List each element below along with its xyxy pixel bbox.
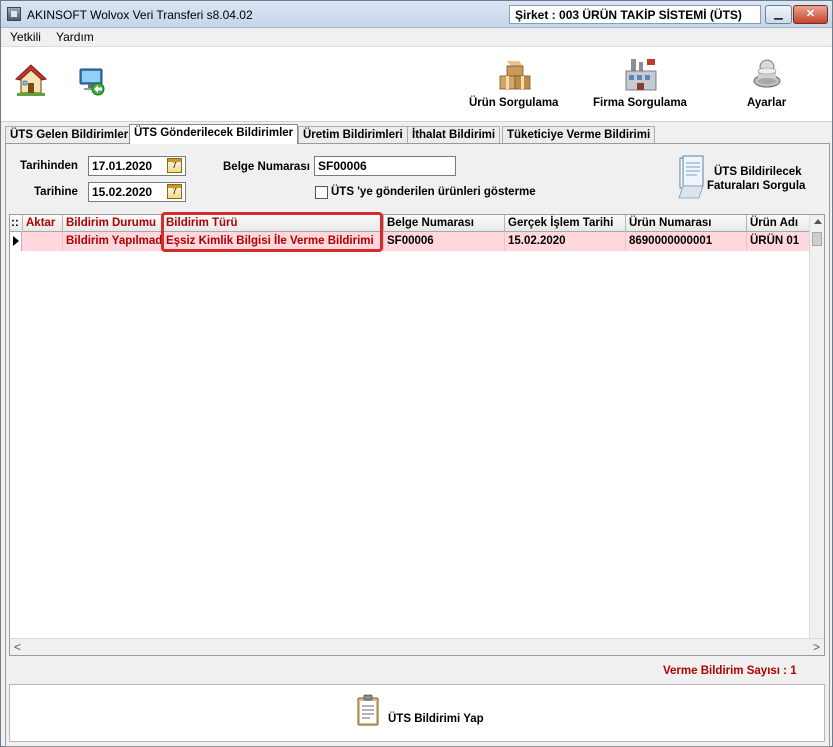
tab-strip: ÜTS Gelen Bildirimler ÜTS Gönderilecek B… [5, 124, 830, 144]
factory-icon [625, 59, 657, 91]
settings-icon [753, 59, 781, 88]
vertical-scrollbar[interactable] [809, 215, 824, 639]
action-bar: ÜTS Bildirimi Yap [9, 684, 825, 742]
app-icon [7, 7, 21, 21]
window-title: AKINSOFT Wolvox Veri Transferi s8.04.02 [27, 8, 253, 22]
verme-bildirim-sayisi: Verme Bildirim Sayısı : 1 [663, 665, 797, 677]
ayarlar-button[interactable]: Ayarlar [737, 55, 797, 117]
close-button[interactable]: ✕ [793, 5, 828, 24]
urun-sorgulama-label: Ürün Sorgulama [469, 97, 559, 109]
scroll-left-icon[interactable]: < [14, 640, 21, 654]
home-icon [15, 64, 47, 96]
menu-bar: Yetkili Yardım [1, 28, 832, 46]
cell-belge-numarasi: SF00006 [384, 232, 505, 251]
menu-yetkili[interactable]: Yetkili [10, 30, 41, 44]
company-indicator: Şirket : 003 ÜRÜN TAKİP SİSTEMİ (ÜTS) [509, 5, 761, 24]
col-belge-numarasi[interactable]: Belge Numarası [384, 215, 505, 232]
document-search-icon [678, 155, 704, 199]
tab-ithalat[interactable]: İthalat Bildirimi [407, 126, 501, 144]
cell-aktar[interactable] [23, 232, 63, 251]
tab-tuketiciye-verme[interactable]: Tüketiciye Verme Bildirimi [502, 126, 656, 144]
col-gercek-islem-tarihi[interactable]: Gerçek İşlem Tarihi [505, 215, 626, 232]
tarihinden-label: Tarihinden [20, 160, 78, 172]
row-indicator-icon [10, 232, 22, 251]
app-window: AKINSOFT Wolvox Veri Transferi s8.04.02 … [0, 0, 833, 747]
tarihinden-value: 17.01.2020 [92, 159, 153, 173]
network-transfer-icon [79, 68, 105, 96]
cell-urun-adi: ÜRÜN 01 [747, 232, 810, 251]
cell-bildirim-durumu: Bildirim Yapılmadı [63, 232, 163, 251]
sorgula-line2: Faturaları Sorgula [707, 180, 806, 192]
ayarlar-label: Ayarlar [747, 97, 787, 109]
tab-uts-gonderilecek[interactable]: ÜTS Gönderilecek Bildirimler [129, 124, 299, 144]
annotation-highlight [161, 212, 383, 252]
tab-uts-gelen[interactable]: ÜTS Gelen Bildirimler [5, 126, 134, 144]
firma-sorgulama-button[interactable]: Firma Sorgulama [591, 55, 691, 117]
urun-sorgulama-button[interactable]: Ürün Sorgulama [467, 55, 563, 117]
grid-corner[interactable]: :: [10, 215, 23, 232]
horizontal-scrollbar[interactable]: < > [10, 638, 824, 655]
col-aktar[interactable]: Aktar [23, 215, 63, 232]
tarihine-value: 15.02.2020 [92, 185, 153, 199]
col-urun-numarasi[interactable]: Ürün Numarası [626, 215, 747, 232]
firma-sorgulama-label: Firma Sorgulama [593, 97, 687, 109]
grid-header: :: Aktar Bildirim Durumu Bildirim Türü B… [10, 215, 810, 232]
sorgula-line1: ÜTS Bildirilecek [714, 166, 802, 178]
clipboard-icon [357, 694, 379, 726]
belge-numarasi-value: SF00006 [318, 159, 367, 173]
belge-numarasi-field[interactable]: SF00006 [314, 156, 456, 176]
menu-yardim[interactable]: Yardım [56, 30, 94, 44]
vertical-scroll-thumb[interactable] [812, 232, 822, 246]
uts-bildirimi-yap-label: ÜTS Bildirimi Yap [388, 713, 484, 725]
uts-bildirimi-yap-button[interactable]: ÜTS Bildirimi Yap [356, 690, 496, 738]
title-bar[interactable]: AKINSOFT Wolvox Veri Transferi s8.04.02 … [1, 1, 832, 28]
col-bildirim-durumu[interactable]: Bildirim Durumu [63, 215, 163, 232]
sorgula-faturalar-button[interactable]: ÜTS Bildirilecek Faturaları Sorgula [677, 154, 819, 202]
data-grid: :: Aktar Bildirim Durumu Bildirim Türü B… [9, 214, 825, 656]
tarihine-calendar-icon[interactable]: 7 [167, 184, 182, 199]
minimize-button[interactable]: ▁ [765, 5, 792, 24]
tarihinden-calendar-icon[interactable]: 7 [167, 158, 182, 173]
boxes-icon [499, 61, 531, 90]
cell-gercek-islem-tarihi: 15.02.2020 [505, 232, 626, 251]
home-button[interactable] [15, 63, 49, 99]
belge-numarasi-label: Belge Numarası [223, 161, 310, 173]
transfer-button[interactable] [77, 65, 109, 99]
scroll-up-icon[interactable] [814, 219, 822, 224]
tarihine-label: Tarihine [34, 186, 78, 198]
toolbar: Ürün Sorgulama Firma Sorgulama Ayarlar [1, 46, 832, 122]
scroll-right-icon[interactable]: > [813, 640, 820, 654]
tab-uretim[interactable]: Üretim Bildirimleri [298, 126, 408, 144]
hide-sent-label: ÜTS 'ye gönderilen ürünleri gösterme [331, 186, 536, 198]
hide-sent-checkbox[interactable] [315, 186, 328, 199]
table-row[interactable]: Bildirim Yapılmadı Eşsiz Kimlik Bilgisi … [10, 232, 810, 251]
col-urun-adi[interactable]: Ürün Adı [747, 215, 810, 232]
cell-urun-numarasi: 8690000000001 [626, 232, 747, 251]
